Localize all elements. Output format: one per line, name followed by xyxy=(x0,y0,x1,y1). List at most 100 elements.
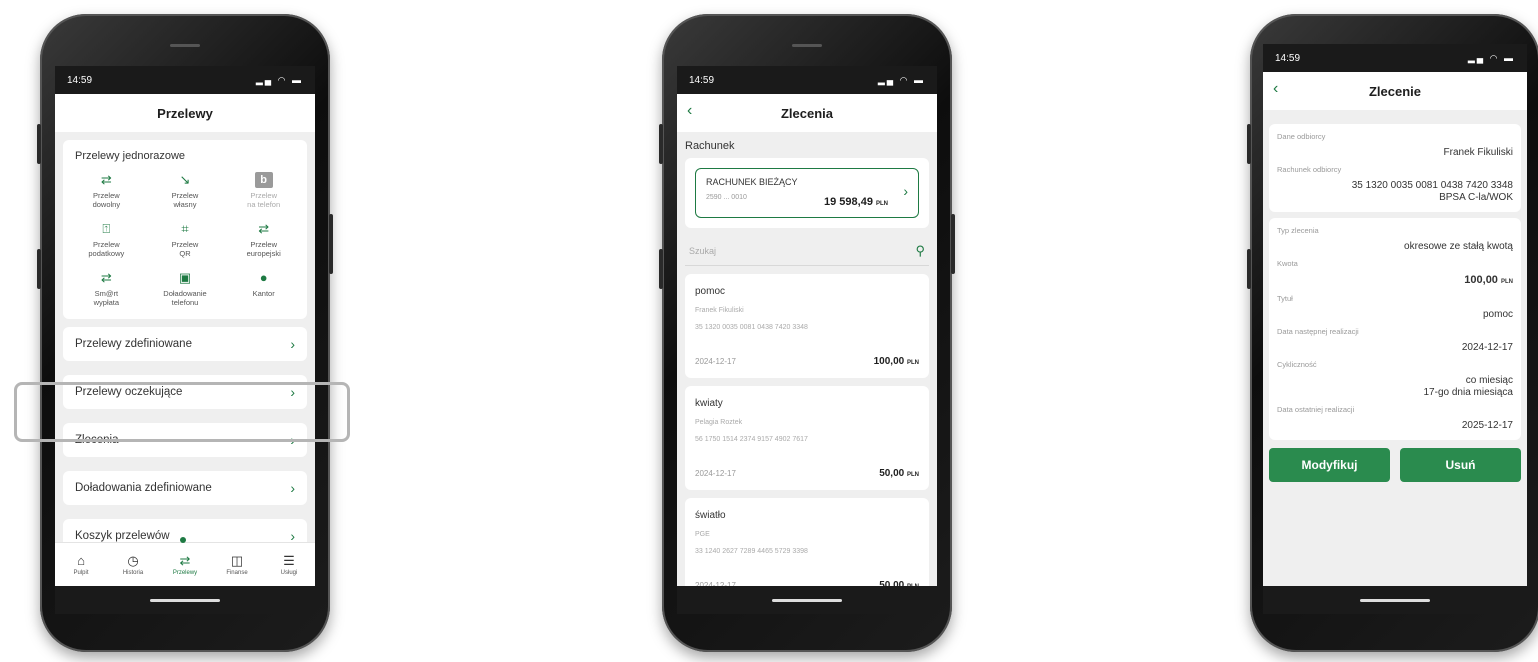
order-account: 35 1320 0035 0081 0438 7420 3348 xyxy=(695,324,808,331)
next-date-value: 2024-12-17 xyxy=(1461,342,1513,353)
grid-label-2: na telefon xyxy=(247,200,281,209)
transfer-arrows-icon: ⇄ xyxy=(179,553,191,568)
tab-historia[interactable]: ◷ Historia xyxy=(111,553,155,576)
tab-finanse[interactable]: ◫ Finanse xyxy=(215,553,259,576)
speaker xyxy=(170,44,200,47)
grid-item-przelew-dowolny[interactable]: ⇄ Przelew dowolny xyxy=(67,172,146,209)
tab-przelewy[interactable]: ⇄ Przelewy xyxy=(163,553,207,576)
action-buttons: Modyfikuj Usuń xyxy=(1269,448,1521,482)
page-header: Przelewy xyxy=(55,94,315,132)
grid-item-przelew-qr[interactable]: ⌗ Przelew QR xyxy=(146,221,225,258)
grid-item-przelew-podatkowy[interactable]: ⍐ Przelew podatkowy xyxy=(67,221,146,258)
account-name: RACHUNEK BIEŻĄCY xyxy=(706,177,798,187)
home-indicator xyxy=(55,586,315,614)
balance-currency: PLN xyxy=(876,201,888,207)
chevron-right-icon: › xyxy=(903,183,908,199)
grid-item-przelew-wlasny[interactable]: ↘ Przelew własny xyxy=(146,172,225,209)
bank-value: BPSA C-la/WOK xyxy=(1439,192,1513,203)
search-icon[interactable]: ⚲ xyxy=(915,243,925,259)
grid-label-2: własny xyxy=(173,200,197,209)
side-button xyxy=(37,124,41,164)
grid-label-2: europejski xyxy=(246,249,281,258)
home-icon: ⌂ xyxy=(77,553,85,568)
grid-item-smart-wyplata[interactable]: ⇄ Sm@rt wypłata xyxy=(67,270,146,307)
tab-label: Przelewy xyxy=(172,570,198,576)
section-label: Rachunek xyxy=(685,140,735,152)
last-date-label: Data ostatniej realizacji xyxy=(1277,405,1355,414)
order-recipient: Pelagia Roztek xyxy=(695,419,743,426)
recipient-value: Franek Fikuliski xyxy=(1443,147,1513,158)
status-time: 14:59 xyxy=(1275,52,1301,64)
recipient-label: Dane odbiorcy xyxy=(1277,132,1326,141)
order-item[interactable]: kwiaty Pelagia Roztek 56 1750 1514 2374 … xyxy=(685,386,929,490)
page-title: Przelewy xyxy=(157,105,213,121)
modify-button[interactable]: Modyfikuj xyxy=(1269,448,1390,482)
grid-item-kantor[interactable]: ● Kantor xyxy=(224,270,303,307)
amount-value: 50,00 xyxy=(879,468,905,479)
grid-label-1: Przelew xyxy=(250,240,277,249)
blik-b-icon: b xyxy=(254,172,273,188)
transfer-arrows-icon: ⇄ xyxy=(100,270,112,285)
order-recipient: Franek Fikuliski xyxy=(695,307,744,314)
home-indicator xyxy=(677,586,937,614)
signal-wifi-battery-icon: ▂▄ ◠ ▬ xyxy=(877,74,925,85)
amount-value: 100,00 PLN xyxy=(1277,274,1513,288)
side-button xyxy=(1247,249,1251,289)
cycle-day-value: 17-go dnia miesiąca xyxy=(1423,387,1514,398)
side-button xyxy=(659,124,663,164)
order-date: 2024-12-17 xyxy=(695,469,736,478)
database-icon: ☰ xyxy=(283,553,295,568)
account-label: Rachunek odbiorcy xyxy=(1277,165,1342,174)
status-bar: 14:59 ▂▄ ◠ ▬ xyxy=(677,66,937,94)
highlight-frame xyxy=(14,382,350,442)
search-input[interactable]: Szukaj ⚲ xyxy=(685,236,929,266)
grid-label-1: Przelew xyxy=(171,191,199,200)
order-item[interactable]: pomoc Franek Fikuliski 35 1320 0035 0081… xyxy=(685,274,929,378)
page-header: ‹ Zlecenia xyxy=(677,94,937,132)
back-arrow-icon[interactable]: ‹ xyxy=(1273,80,1278,98)
cycle-label: Cykliczność xyxy=(1277,360,1317,369)
screen: 14:59 ▂▄ ◠ ▬ ‹ Zlecenia Rachunek RACHUNE… xyxy=(677,66,937,614)
active-tab-dot xyxy=(180,537,186,543)
speaker xyxy=(792,44,822,47)
account-selector[interactable]: RACHUNEK BIEŻĄCY 2590 ... 0010 19 598,49… xyxy=(695,168,919,218)
status-time: 14:59 xyxy=(689,74,715,86)
account-selector-card: RACHUNEK BIEŻĄCY 2590 ... 0010 19 598,49… xyxy=(685,158,929,228)
page-title: Zlecenie xyxy=(1368,83,1422,99)
tab-uslugi[interactable]: ☰ Usługi xyxy=(267,553,311,576)
transfer-type-grid: ⇄ Przelew dowolny ↘ Przelew własny b Przelew n… xyxy=(63,162,307,319)
grid-label-2: podatkowy xyxy=(88,249,125,258)
amount-label: Kwota xyxy=(1277,259,1298,268)
recipient-card: Dane odbiorcy Franek Fikuliski Rachunek … xyxy=(1269,124,1521,212)
side-button xyxy=(951,214,955,274)
grid-label-1: Przelew xyxy=(92,191,120,200)
amount-currency: PLN xyxy=(907,472,919,478)
balance-value: 19 598,49 xyxy=(824,196,873,208)
side-button xyxy=(329,214,333,274)
tab-pulpit[interactable]: ⌂ Pulpit xyxy=(59,553,103,576)
wallet-icon: ◫ xyxy=(230,553,244,568)
page-title: Zlecenia xyxy=(780,105,834,121)
order-title: kwiaty xyxy=(695,398,723,409)
order-amount: 100,00 PLN xyxy=(874,356,919,367)
chevron-right-icon: › xyxy=(290,336,295,352)
grid-label-1: Kantor xyxy=(252,289,275,298)
delete-button[interactable]: Usuń xyxy=(1400,448,1521,482)
status-bar: 14:59 ▂▄ ◠ ▬ xyxy=(1263,44,1527,72)
title-label: Tytuł xyxy=(1277,294,1293,303)
nav-przelewy-zdefiniowane[interactable]: Przelewy zdefiniowane › xyxy=(63,327,307,361)
bottom-tab-bar: ⌂ Pulpit ◷ Historia ⇄ Przelewy ◫ Finanse ☰ Us… xyxy=(55,537,315,586)
page-header: ‹ Zlecenie xyxy=(1263,72,1527,110)
nav-doladowania-zdefiniowane[interactable]: Doładowania zdefiniowane › xyxy=(63,471,307,505)
order-recipient: PGE xyxy=(695,531,710,538)
phone-mockup-transfers: 14:59 ▂▄ ◠ ▬ Przelewy Przelewy jednorazo… xyxy=(37,14,333,652)
order-title: światło xyxy=(695,510,726,521)
grid-item-przelew-na-telefon[interactable]: b Przelew na telefon xyxy=(224,172,303,209)
back-arrow-icon[interactable]: ‹ xyxy=(687,102,692,120)
qr-code-icon: ⌗ xyxy=(181,221,189,236)
grid-item-przelew-europejski[interactable]: ⇄ Przelew europejski xyxy=(224,221,303,258)
grid-item-doladowanie[interactable]: ▣ Doładowanie telefonu xyxy=(146,270,225,307)
arrow-down-right-icon: ↘ xyxy=(179,172,191,187)
grid-label-1: Doładowanie xyxy=(163,289,207,298)
screen: 14:59 ▂▄ ◠ ▬ ‹ Zlecenie Dane odbiorcy Fr… xyxy=(1263,44,1527,614)
